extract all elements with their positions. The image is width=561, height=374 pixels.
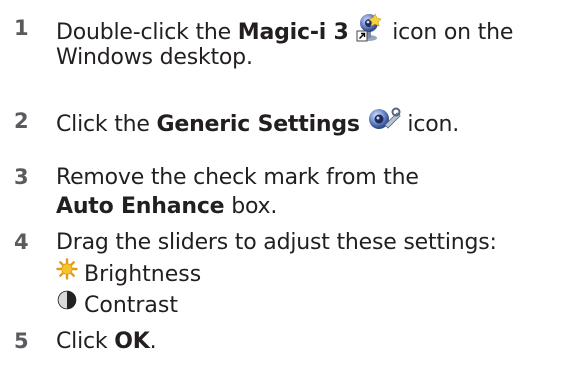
step-text-line1: Drag the sliders to adjust these setting…: [56, 230, 497, 255]
step-text-post: box.: [224, 194, 278, 219]
setting-label: Contrast: [84, 293, 179, 318]
step-text-line2: Windows desktop.: [56, 45, 253, 70]
step-text-pre: Click: [56, 329, 115, 354]
setting-name: Auto Enhance: [56, 194, 225, 219]
webcam-shortcut-icon: [355, 12, 385, 50]
generic-settings-icon: [367, 105, 401, 141]
brightness-sun-icon: [56, 258, 78, 288]
setting-label: Brightness: [84, 262, 202, 287]
step-text-pre: Click the: [56, 112, 157, 137]
step-text: Click OK.: [56, 327, 157, 356]
ok-label: OK: [114, 329, 150, 354]
step-text-post: icon.: [407, 112, 460, 137]
step-number: 5: [14, 329, 29, 353]
setting-item-brightness: Brightness: [56, 258, 202, 290]
setting-name: Generic Settings: [156, 112, 361, 137]
step-text-post: .: [149, 329, 157, 354]
step-number: 3: [14, 165, 29, 189]
setting-item-contrast: Contrast: [56, 289, 179, 321]
step-text-post: icon on the: [385, 20, 514, 45]
step-number: 4: [14, 230, 29, 254]
step-text-pre: Double-click the: [56, 20, 238, 45]
step-text-line2: Auto Enhance box.: [56, 192, 277, 221]
step-number: 1: [14, 16, 29, 40]
step-text-line1: Remove the check mark from the: [56, 165, 419, 190]
contrast-circle-icon: [56, 289, 78, 319]
step-text: Click the Generic Settings icon.: [56, 107, 459, 143]
app-name: Magic-i 3: [237, 20, 349, 45]
step-number: 2: [14, 109, 29, 133]
